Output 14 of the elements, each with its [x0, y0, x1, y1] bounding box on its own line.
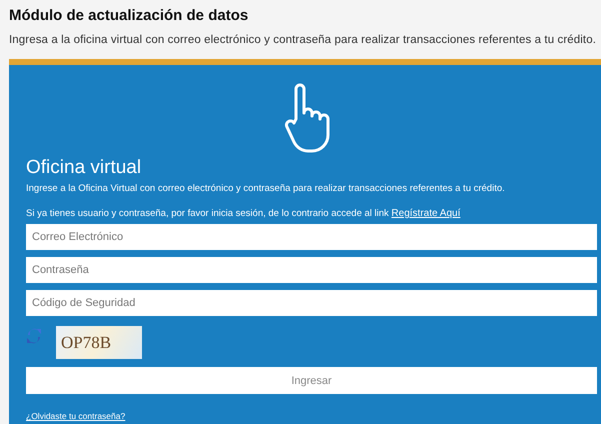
refresh-icon[interactable] — [26, 327, 42, 346]
text-field[interactable]: Contraseña — [26, 257, 597, 284]
login-note: Si ya tienes usuario y contraseña, por favor inicia sesión, de lo contrario accede al link Regístrate Aquí — [26, 207, 462, 221]
page-subtitle: Ingresa a la oficina virtual con correo electrónico y contraseña para realizar transacciones referentes a tu crédito. — [9, 32, 597, 48]
captcha-image: OP78B — [56, 326, 142, 360]
panel-title: Oficina virtual — [26, 156, 142, 179]
page-title: Módulo de actualización de datos — [9, 6, 250, 26]
submit-button[interactable]: Ingresar — [26, 367, 597, 394]
pointing-hand-icon — [284, 82, 330, 153]
panel-intro: Ingrese a la Oficina Virtual con correo electrónico y contraseña para realizar transacciones referentes a tu crédito. — [26, 182, 506, 196]
text-field[interactable]: Correo Electrónico — [26, 224, 597, 250]
forgot-password-link[interactable]: ¿Olvidaste tu contraseña? — [26, 411, 126, 422]
text-field[interactable]: Código de Seguridad — [26, 290, 597, 316]
register-link[interactable]: Regístrate Aquí — [391, 208, 460, 219]
